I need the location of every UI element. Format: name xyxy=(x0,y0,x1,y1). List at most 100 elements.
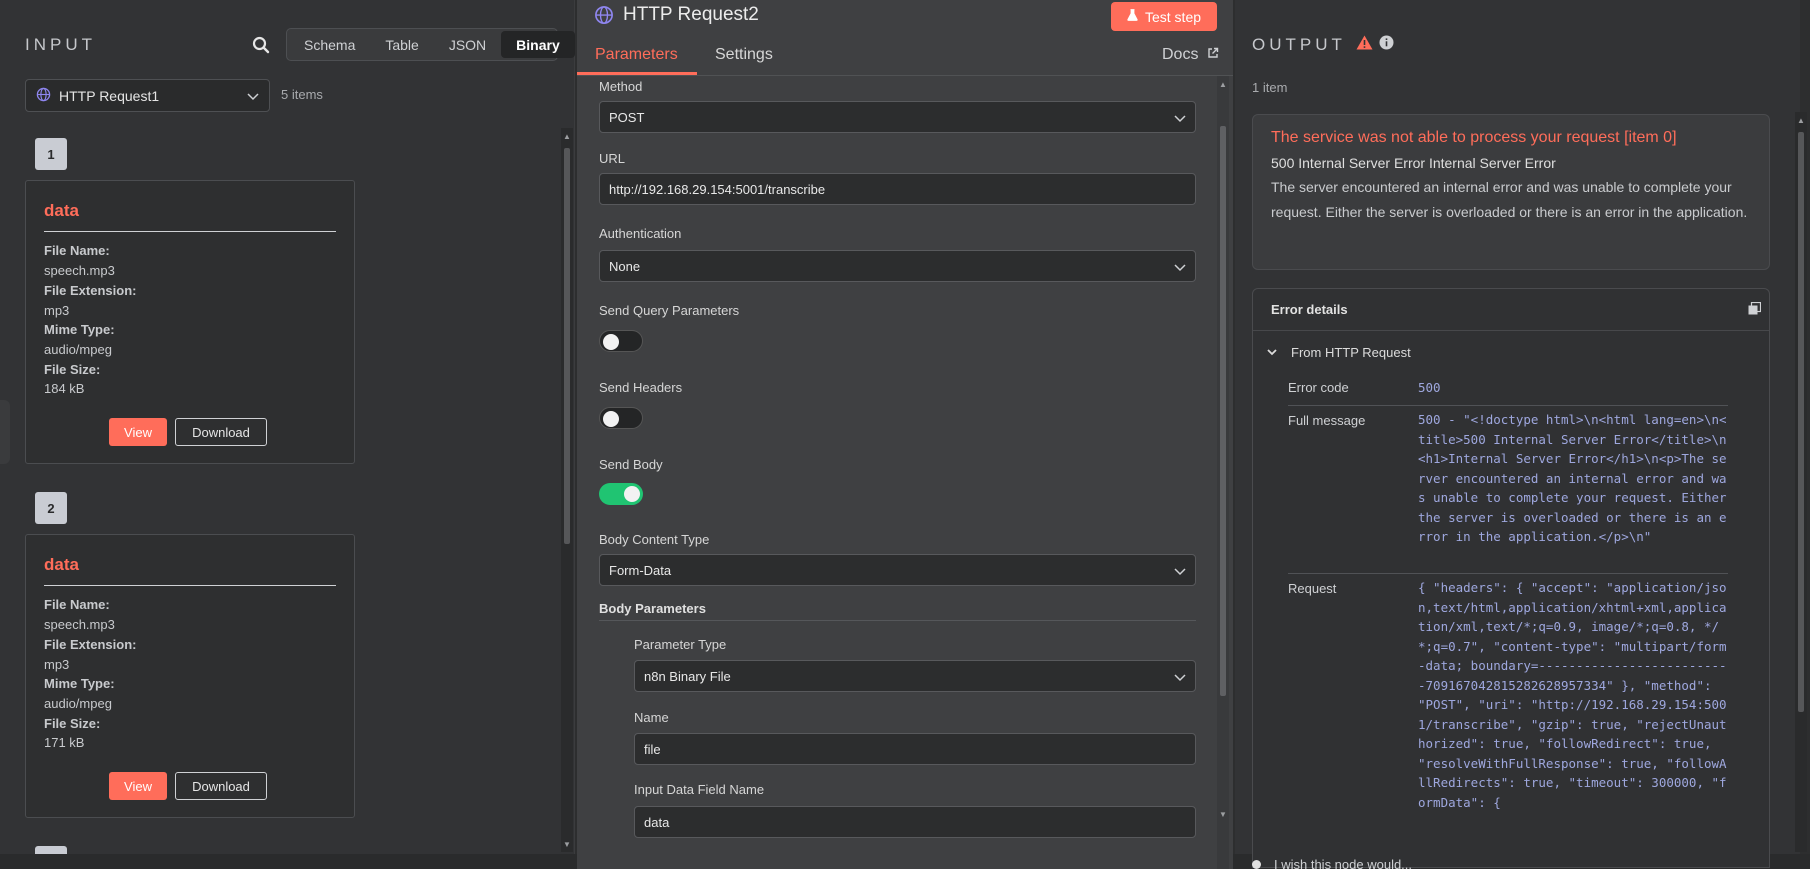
scroll-down-icon[interactable]: ▼ xyxy=(561,839,573,849)
globe-icon xyxy=(594,5,614,25)
chevron-down-icon xyxy=(247,88,259,104)
body-parameters-heading: Body Parameters xyxy=(599,601,706,616)
parameter-type-select[interactable]: n8n Binary File xyxy=(634,660,1196,692)
name-label: Name xyxy=(634,710,669,725)
feedback-label: I wish this node would... xyxy=(1274,857,1413,869)
scrollbar-thumb[interactable] xyxy=(1220,126,1226,696)
send-query-toggle[interactable] xyxy=(599,330,643,352)
body-content-type-label: Body Content Type xyxy=(599,532,710,547)
file-size-value: 171 kB xyxy=(44,735,85,750)
scroll-up-icon[interactable]: ▲ xyxy=(1795,115,1807,125)
file-extension-label: File Extension: xyxy=(44,637,137,652)
request-label: Request xyxy=(1288,581,1337,596)
binary-data-card: data File Name: speech.mp3 File Extensio… xyxy=(25,180,355,464)
copy-icon[interactable] xyxy=(1748,301,1762,320)
binary-data-card: data File Name: speech.mp3 File Extensio… xyxy=(25,534,355,818)
active-tab-indicator xyxy=(577,72,697,75)
test-step-label: Test step xyxy=(1144,8,1202,25)
url-input[interactable]: http://192.168.29.154:5001/transcribe xyxy=(599,173,1196,205)
method-select[interactable]: POST xyxy=(599,101,1196,133)
tab-json[interactable]: JSON xyxy=(434,31,501,58)
divider xyxy=(44,585,336,586)
toggle-knob xyxy=(624,486,640,502)
send-body-toggle[interactable] xyxy=(599,483,643,505)
scroll-down-icon[interactable]: ▼ xyxy=(1217,809,1229,819)
error-details-header: Error details xyxy=(1253,289,1769,331)
item-index-badge-partial xyxy=(35,846,67,854)
feedback-prompt[interactable]: I wish this node would... xyxy=(1252,857,1412,869)
chevron-down-icon xyxy=(1267,343,1277,361)
send-headers-toggle[interactable] xyxy=(599,407,643,429)
error-summary: The service was not able to process your… xyxy=(1252,114,1770,270)
tab-binary[interactable]: Binary xyxy=(501,31,575,58)
output-panel: OUTPUT 1 item The service was not able t… xyxy=(1235,0,1800,868)
test-step-button[interactable]: Test step xyxy=(1111,2,1217,31)
tab-parameters[interactable]: Parameters xyxy=(595,46,678,64)
input-items-count: 5 items xyxy=(281,87,323,102)
output-scrollbar[interactable]: ▲ xyxy=(1795,112,1807,852)
method-label: Method xyxy=(599,79,643,94)
from-http-request-toggle[interactable]: From HTTP Request xyxy=(1267,343,1411,361)
full-message-value: 500 - "<!doctype html>\n<html lang=en>\n… xyxy=(1418,412,1735,544)
mime-type-value: audio/mpeg xyxy=(44,696,112,711)
external-link-icon xyxy=(1208,47,1219,58)
tab-table[interactable]: Table xyxy=(370,31,433,58)
input-data-field-label: Input Data Field Name xyxy=(634,782,765,797)
flask-icon xyxy=(1127,9,1138,24)
chevron-down-icon xyxy=(1174,670,1186,685)
file-extension-label: File Extension: xyxy=(44,283,137,298)
output-title: OUTPUT xyxy=(1252,35,1346,54)
input-scrollbar[interactable]: ▲ ▼ xyxy=(561,128,573,852)
download-button[interactable]: Download xyxy=(175,418,267,446)
view-button[interactable]: View xyxy=(109,418,167,446)
info-icon[interactable] xyxy=(1379,35,1394,55)
search-icon[interactable] xyxy=(248,32,274,58)
authentication-select[interactable]: None xyxy=(599,250,1196,282)
binary-card-title: data xyxy=(44,555,79,574)
scroll-up-icon[interactable]: ▲ xyxy=(561,131,573,141)
input-data-field-input[interactable]: data xyxy=(634,806,1196,838)
from-http-request-label: From HTTP Request xyxy=(1291,344,1411,360)
parameters-scrollbar[interactable]: ▲ ▼ xyxy=(1217,76,1229,869)
body-content-type-select[interactable]: Form-Data xyxy=(599,554,1196,586)
node-title[interactable]: HTTP Request2 xyxy=(623,4,759,26)
error-title: The service was not able to process your… xyxy=(1271,129,1677,146)
mime-type-label: Mime Type: xyxy=(44,322,115,337)
name-input[interactable]: file xyxy=(634,733,1196,765)
request-value: { "headers": { "accept": "application/js… xyxy=(1418,580,1727,810)
parameter-type-label: Parameter Type xyxy=(634,637,727,652)
file-extension-value: mp3 xyxy=(44,303,70,318)
input-source-select[interactable]: HTTP Request1 xyxy=(25,79,270,112)
divider xyxy=(44,231,336,232)
error-subtitle: 500 Internal Server Error Internal Serve… xyxy=(1271,155,1556,171)
chevron-down-icon xyxy=(1174,564,1186,579)
authentication-label: Authentication xyxy=(599,226,682,241)
binary-card-title: data xyxy=(44,201,79,220)
scrollbar-thumb[interactable] xyxy=(564,148,570,544)
method-value: POST xyxy=(609,109,645,125)
error-description: The server encountered an internal error… xyxy=(1271,179,1748,220)
docs-link[interactable]: Docs xyxy=(1162,46,1219,64)
error-details: Error details From HTTP Request Error co… xyxy=(1252,288,1770,868)
error-code-label: Error code xyxy=(1288,380,1349,395)
panel-edge-handle[interactable] xyxy=(0,400,10,464)
tab-settings[interactable]: Settings xyxy=(715,46,773,64)
divider xyxy=(1288,405,1728,406)
feedback-dot-icon xyxy=(1252,860,1261,869)
file-name-label: File Name: xyxy=(44,597,110,612)
file-extension-value: mp3 xyxy=(44,657,70,672)
scroll-up-icon[interactable]: ▲ xyxy=(1217,79,1229,89)
node-parameters-panel: HTTP Request2 Test step Parameters Setti… xyxy=(577,0,1233,869)
globe-icon xyxy=(36,87,51,105)
warning-icon[interactable] xyxy=(1356,35,1373,55)
parameter-type-value: n8n Binary File xyxy=(644,668,731,684)
view-button[interactable]: View xyxy=(109,772,167,800)
input-title: INPUT xyxy=(25,35,96,54)
item-index-badge: 2 xyxy=(35,492,67,524)
file-name-value: speech.mp3 xyxy=(44,617,115,632)
scrollbar-thumb[interactable] xyxy=(1798,132,1804,712)
toggle-knob xyxy=(603,411,619,427)
send-body-label: Send Body xyxy=(599,457,663,472)
download-button[interactable]: Download xyxy=(175,772,267,800)
tab-schema[interactable]: Schema xyxy=(289,31,370,58)
